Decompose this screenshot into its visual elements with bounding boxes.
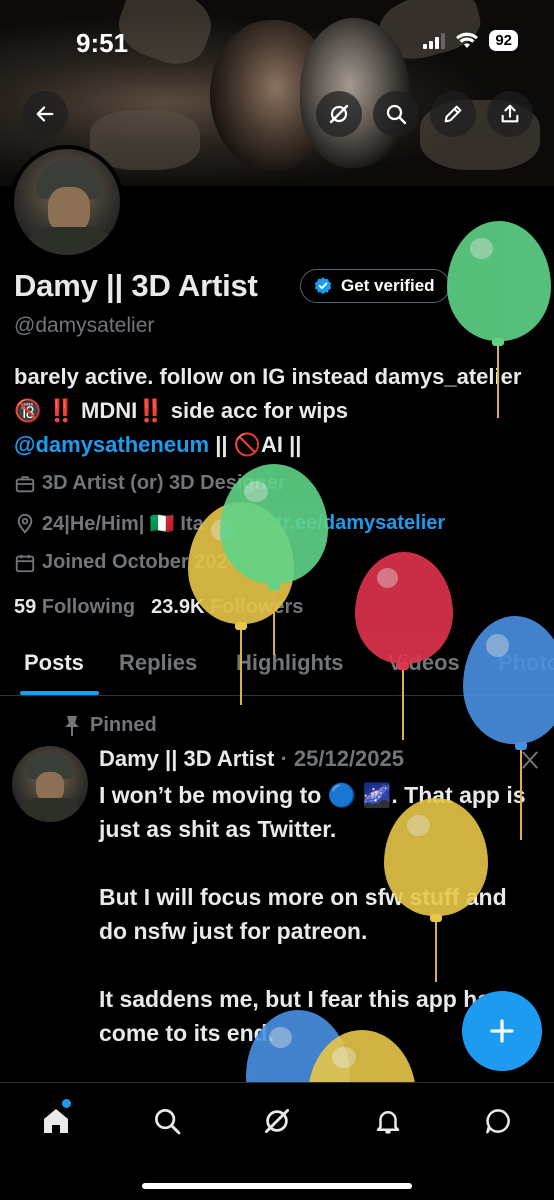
- followers-link[interactable]: 23.9K Followers: [151, 596, 303, 619]
- get-verified-button[interactable]: Get verified: [300, 269, 450, 303]
- profile-joined-row: Joined October 2024: [14, 551, 239, 574]
- status-icons: 92: [423, 30, 518, 51]
- post-date: · 25/12/2025: [280, 746, 404, 771]
- pinned-indicator: Pinned: [64, 714, 157, 737]
- active-tab-indicator: [20, 691, 99, 695]
- profile-bio: barely active. follow on IG instead damy…: [14, 360, 544, 462]
- nav-messages[interactable]: [478, 1101, 518, 1141]
- pinned-label: Pinned: [90, 714, 157, 736]
- notifications-icon: [376, 1111, 400, 1134]
- battery-indicator: 92: [489, 30, 518, 51]
- bio-mention-link[interactable]: @damysatheneum: [14, 432, 209, 457]
- profile-category: 3D Artist (or) 3D Designer: [14, 472, 286, 495]
- home-notification-dot: [62, 1099, 71, 1108]
- nav-home[interactable]: [36, 1101, 76, 1141]
- grok-icon: [329, 104, 349, 124]
- tab-posts[interactable]: Posts: [24, 650, 84, 676]
- profile-tabs: Posts Replies Highlights Videos Photos: [0, 640, 554, 696]
- plus-icon: [490, 1019, 514, 1043]
- location-label: 24|He/Him| 🇮🇹 Ita: [42, 513, 204, 535]
- following-link[interactable]: 59 Following: [14, 596, 135, 619]
- home-indicator: [142, 1183, 412, 1189]
- follow-stats: 59 Following 23.9K Followers: [14, 596, 303, 619]
- category-label: 3D Artist (or) 3D Designer: [42, 472, 286, 494]
- compose-button[interactable]: [462, 991, 542, 1071]
- post-author-name[interactable]: Damy || 3D Artist: [99, 746, 274, 771]
- edit-button[interactable]: [430, 91, 476, 137]
- tab-photos[interactable]: Photos: [498, 650, 554, 676]
- post-body[interactable]: I won’t be moving to 🔵 🌌. That app is ju…: [99, 778, 539, 1118]
- get-verified-label: Get verified: [341, 276, 435, 295]
- bio-text-end: || 🚫AI ||: [209, 432, 302, 457]
- profile-location-row: 24|He/Him| 🇮🇹 Ita linktr.ee/damysatelier: [14, 511, 445, 536]
- tab-highlights[interactable]: Highlights: [236, 650, 344, 676]
- nav-notifications[interactable]: [368, 1101, 408, 1141]
- tab-replies[interactable]: Replies: [119, 650, 197, 676]
- search-icon: [155, 1109, 181, 1135]
- edit-icon: [444, 105, 462, 123]
- nav-grok[interactable]: [257, 1101, 297, 1141]
- briefcase-icon: [15, 475, 35, 492]
- search-icon: [386, 104, 407, 125]
- bio-text: barely active. follow on IG instead damy…: [14, 364, 522, 423]
- home-icon: [44, 1109, 68, 1133]
- verified-badge-icon: [314, 277, 332, 295]
- profile-avatar[interactable]: [10, 145, 124, 259]
- post-grok-icon[interactable]: [520, 750, 540, 770]
- post-author-avatar[interactable]: [12, 746, 88, 822]
- back-button[interactable]: [22, 91, 68, 137]
- arrow-left-icon: [36, 106, 54, 122]
- cellular-signal-icon: [423, 32, 446, 49]
- wifi-icon: [456, 32, 479, 48]
- profile-name: Damy || 3D Artist: [14, 268, 258, 303]
- nav-search[interactable]: [147, 1101, 187, 1141]
- joined-label: Joined October 2024: [42, 551, 239, 573]
- grok-icon: [264, 1108, 290, 1134]
- green-balloon: [447, 221, 551, 341]
- search-button[interactable]: [373, 91, 419, 137]
- messages-icon: [486, 1109, 510, 1134]
- profile-handle: @damysatelier: [14, 314, 155, 337]
- link-icon: [219, 516, 233, 531]
- website-link[interactable]: linktr.ee/damysatelier: [242, 512, 445, 535]
- share-icon: [501, 104, 519, 123]
- location-pin-icon: [17, 513, 33, 534]
- tab-videos[interactable]: Videos: [388, 650, 460, 676]
- calendar-icon: [15, 554, 35, 572]
- status-time: 9:51: [76, 28, 129, 58]
- status-bar: 9:51 92: [0, 0, 554, 86]
- pin-icon: [65, 715, 79, 736]
- grok-button[interactable]: [316, 91, 362, 137]
- share-button[interactable]: [487, 91, 533, 137]
- post-header: Damy || 3D Artist · 25/12/2025: [99, 746, 404, 772]
